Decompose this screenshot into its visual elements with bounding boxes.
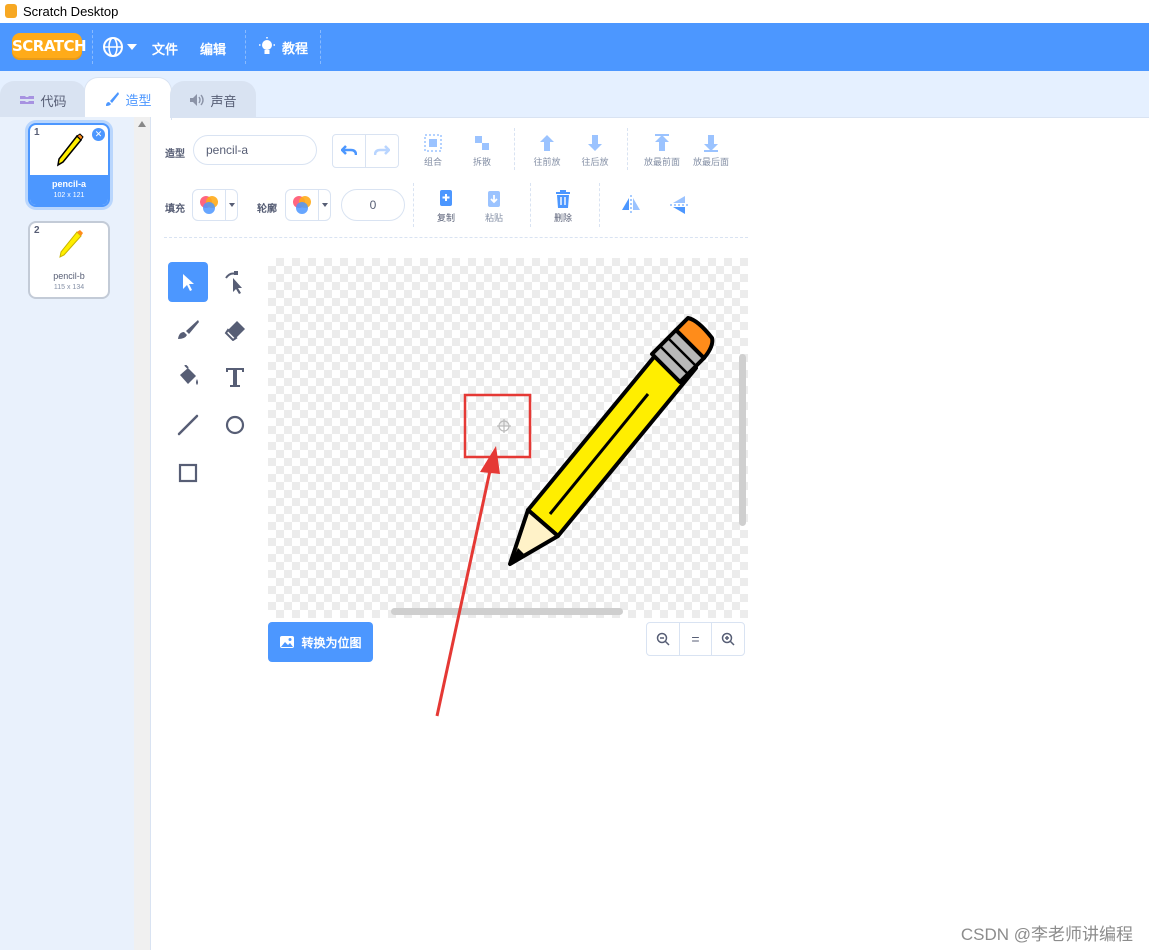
zoom-in-button[interactable] bbox=[712, 623, 744, 655]
image-icon bbox=[280, 636, 295, 648]
zoom-out-icon bbox=[656, 632, 670, 646]
zoom-controls: = bbox=[646, 622, 745, 656]
convert-label: 转换为位图 bbox=[301, 635, 362, 650]
zoom-out-button[interactable] bbox=[647, 623, 680, 655]
convert-to-bitmap-button[interactable]: 转换为位图 bbox=[268, 622, 373, 662]
annotation-overlay bbox=[435, 393, 532, 717]
zoom-in-icon bbox=[721, 632, 735, 646]
zoom-reset-button[interactable]: = bbox=[680, 623, 713, 655]
watermark: CSDN @李老师讲编程 bbox=[960, 925, 1133, 944]
